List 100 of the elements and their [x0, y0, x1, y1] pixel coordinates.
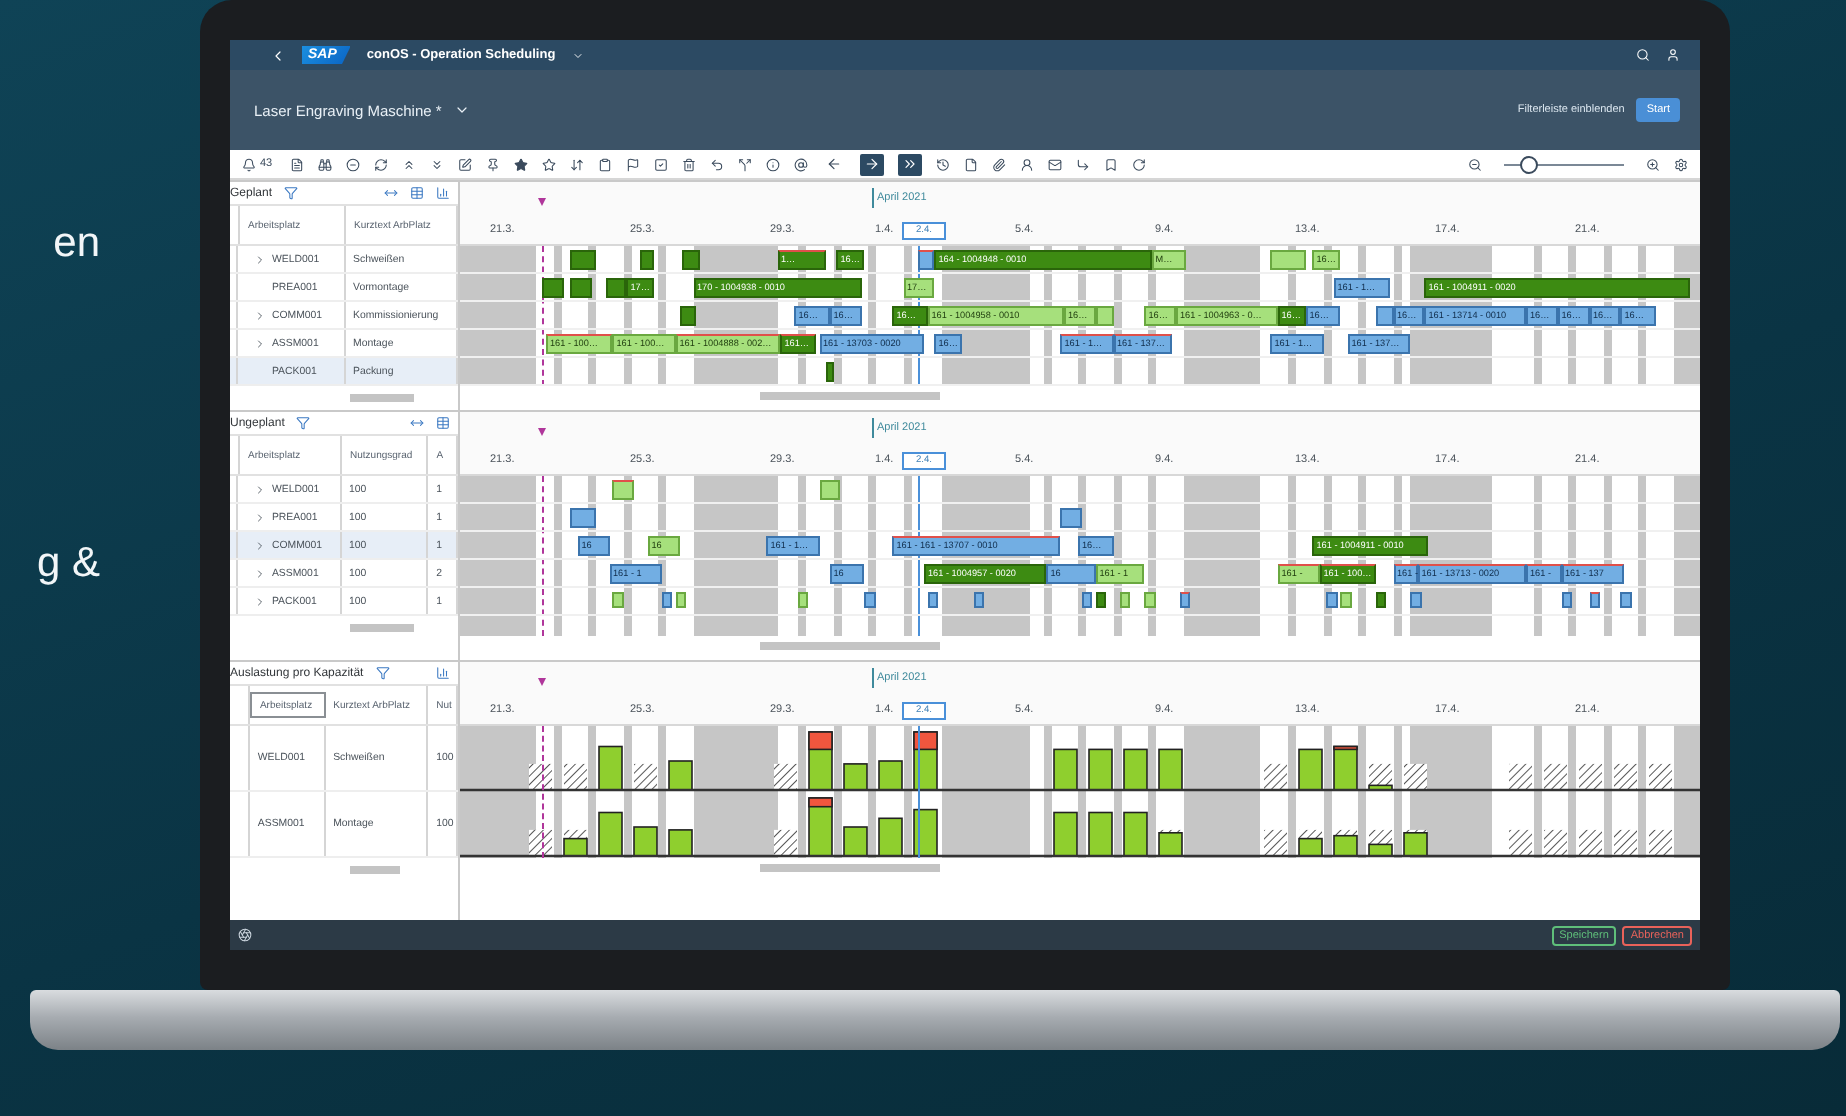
undo-icon[interactable] [710, 157, 725, 171]
marker-triangle-icon [538, 198, 547, 206]
arrow-right-icon [864, 156, 881, 172]
arrow-left-icon [826, 156, 843, 172]
skip-forward-icon [902, 156, 919, 172]
task-bar[interactable] [1179, 592, 1190, 608]
sort-icon[interactable] [570, 157, 585, 171]
task-bar[interactable] [1375, 592, 1386, 608]
task-bar[interactable] [826, 362, 835, 382]
history-icon[interactable] [936, 157, 951, 171]
back-icon[interactable] [270, 47, 286, 63]
task-bar[interactable] [917, 250, 935, 270]
double-chevron-down-icon[interactable] [430, 157, 445, 171]
task-bar[interactable] [1561, 592, 1572, 608]
scrollbar-thumb[interactable] [350, 866, 400, 874]
bell-icon [242, 157, 256, 171]
non-working-period [1568, 726, 1576, 858]
scrollbar-thumb[interactable] [350, 394, 414, 402]
aperture-icon[interactable] [238, 928, 252, 942]
settings-icon[interactable] [1674, 157, 1688, 171]
caret-icon[interactable] [571, 49, 584, 61]
today-line [918, 726, 920, 858]
corner-arrow-icon[interactable] [1076, 157, 1091, 171]
non-working-period [1113, 726, 1121, 858]
non-working-period [693, 726, 777, 858]
non-working-period [941, 726, 1029, 858]
non-working-period [1533, 726, 1541, 858]
bookmark-icon[interactable] [1104, 157, 1119, 171]
task-bar[interactable] [1375, 306, 1393, 326]
document-icon[interactable] [290, 157, 305, 171]
refresh-icon[interactable] [374, 157, 389, 171]
task-bar[interactable] [927, 592, 938, 608]
task-bar[interactable] [640, 250, 655, 270]
split-handle-icon[interactable] [384, 186, 398, 200]
zoom-in-icon[interactable] [1646, 157, 1660, 171]
pin-icon[interactable] [486, 157, 501, 171]
search-icon[interactable] [1636, 48, 1650, 62]
bar-chart-icon[interactable] [436, 186, 450, 200]
status-date-line [542, 726, 545, 858]
zoom-out-icon[interactable] [1468, 157, 1482, 171]
edit-icon[interactable] [458, 157, 473, 171]
minus-circle-icon[interactable] [346, 157, 361, 171]
non-working-period [623, 726, 631, 858]
task-bar[interactable] [973, 592, 984, 608]
double-chevron-up-icon[interactable] [402, 157, 417, 171]
split-icon[interactable] [738, 157, 753, 171]
non-working-period [588, 726, 596, 858]
rotate-icon[interactable] [1132, 157, 1147, 171]
non-working-period [1358, 726, 1366, 858]
scrollbar-thumb[interactable] [760, 392, 940, 400]
bar-chart-icon[interactable] [436, 666, 450, 680]
file-icon[interactable] [964, 157, 979, 171]
non-working-period [658, 726, 666, 858]
checkbox-icon[interactable] [654, 157, 669, 171]
task-bar[interactable] [1589, 592, 1600, 608]
filter-icon[interactable] [296, 416, 311, 430]
non-working-period [1603, 726, 1611, 858]
person-icon[interactable] [1020, 157, 1035, 171]
non-working-period [1393, 726, 1401, 858]
flag-icon[interactable] [626, 157, 641, 171]
user-icon[interactable] [1666, 48, 1680, 62]
filter-icon[interactable] [375, 666, 390, 680]
marker-triangle-icon [538, 678, 547, 686]
task-bar[interactable] [661, 592, 672, 608]
star-filled-icon[interactable] [514, 157, 529, 171]
non-working-period [1148, 726, 1156, 858]
non-working-period [903, 726, 911, 858]
info-icon[interactable] [766, 157, 781, 171]
table-icon[interactable] [410, 186, 424, 200]
scrollbar-thumb[interactable] [760, 642, 940, 650]
mail-icon[interactable] [1048, 157, 1063, 171]
non-working-period [833, 726, 841, 858]
task-bar[interactable] [1095, 592, 1106, 608]
non-working-period [553, 726, 561, 858]
non-working-period [1638, 726, 1646, 858]
non-working-period [1183, 726, 1260, 858]
non-working-period [1323, 726, 1331, 858]
paperclip-icon[interactable] [992, 157, 1007, 171]
zoom-slider-thumb[interactable] [1519, 155, 1537, 173]
binoculars-icon[interactable] [318, 157, 333, 171]
at-sign-icon[interactable] [794, 157, 809, 171]
non-working-period [798, 726, 806, 858]
star-icon[interactable] [542, 157, 557, 171]
scrollbar-thumb[interactable] [350, 624, 414, 632]
headline-text: en [53, 218, 100, 270]
headline-text: g & [36, 538, 100, 590]
non-working-period [868, 726, 876, 858]
scrollbar-thumb[interactable] [760, 864, 940, 872]
clipboard-icon[interactable] [598, 157, 613, 171]
task-bar[interactable] [679, 306, 697, 326]
arrow-right-button[interactable] [860, 153, 885, 175]
task-bar[interactable] [605, 278, 627, 298]
non-working-period [1078, 726, 1086, 858]
split-handle-icon[interactable] [410, 416, 424, 430]
filter-icon[interactable] [284, 186, 299, 200]
skip-forward-button[interactable] [898, 153, 923, 175]
trash-icon[interactable] [682, 157, 697, 171]
task-bar[interactable] [1081, 592, 1092, 608]
caret-icon[interactable] [453, 102, 470, 118]
table-icon[interactable] [436, 416, 450, 430]
